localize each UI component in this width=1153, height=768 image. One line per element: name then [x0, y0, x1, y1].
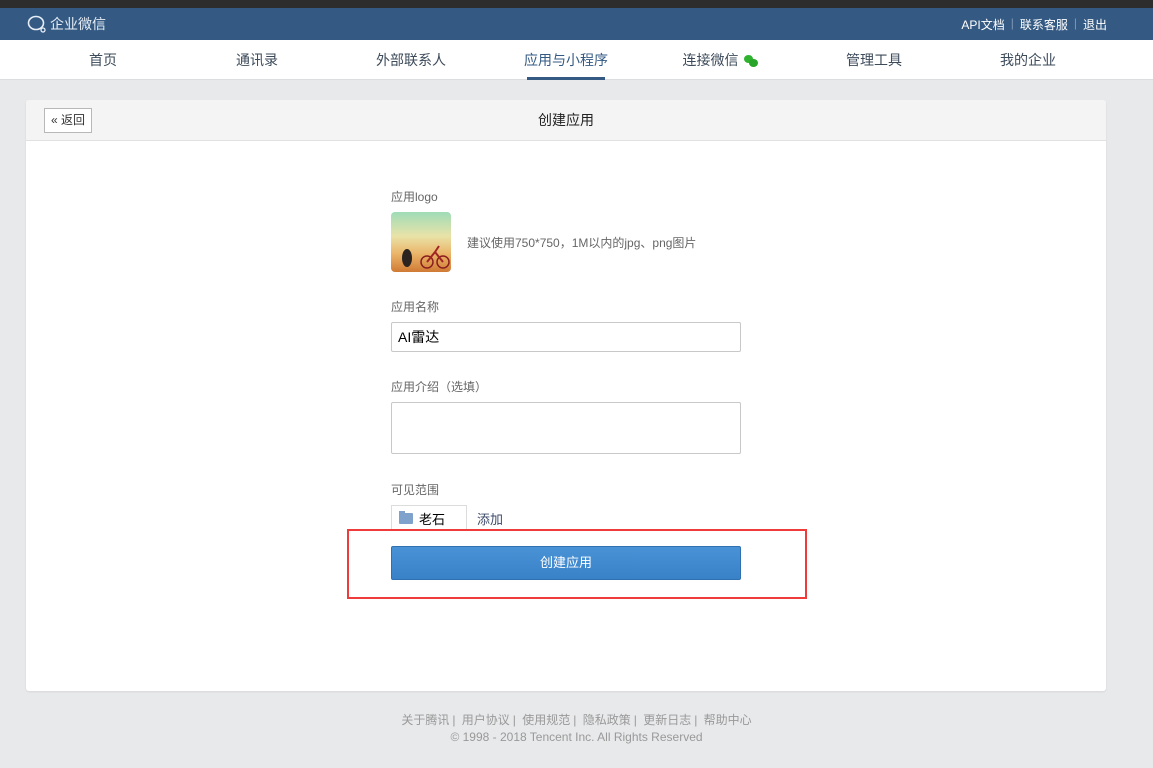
divider: | — [1073, 16, 1077, 30]
logo-label: 应用logo — [391, 190, 438, 204]
name-label: 应用名称 — [391, 300, 440, 314]
create-app-card: « 返回 创建应用 应用logo 建议使用750*750，1M以内的jpg、pn… — [26, 100, 1106, 691]
scope-tag-label: 老石 — [419, 511, 446, 527]
description-label: 应用介绍（选填） — [391, 380, 488, 394]
back-label: 返回 — [61, 113, 86, 127]
scope-tag[interactable]: 老石 — [391, 505, 467, 531]
nav-external-contacts[interactable]: 外部联系人 — [334, 40, 488, 80]
logout-link[interactable]: 退出 — [1083, 16, 1107, 33]
copyright: © 1998 - 2018 Tencent Inc. All Rights Re… — [450, 730, 703, 744]
double-chevron-left-icon: « — [51, 113, 58, 127]
page-title: 创建应用 — [538, 112, 594, 128]
main-nav: 首页 通讯录 外部联系人 应用与小程序 连接微信 管理工具 我的企业 — [0, 40, 1153, 80]
app-logo-upload[interactable] — [391, 212, 451, 272]
add-scope-link[interactable]: 添加 — [477, 509, 503, 528]
nav-connect-wechat-label: 连接微信 — [682, 52, 739, 68]
nav-connect-wechat[interactable]: 连接微信 — [643, 40, 797, 80]
contact-support-link[interactable]: 联系客服 — [1020, 16, 1068, 33]
browser-top-strip — [0, 0, 1153, 8]
footer-link-privacy[interactable]: 隐私政策 — [583, 713, 631, 727]
logo-hint: 建议使用750*750，1M以内的jpg、png图片 — [467, 235, 697, 250]
brand-name: 企业微信 — [50, 16, 106, 32]
footer-link-changelog[interactable]: 更新日志 — [643, 713, 691, 727]
nav-apps[interactable]: 应用与小程序 — [489, 40, 643, 80]
nav-management-tools[interactable]: 管理工具 — [797, 40, 951, 80]
create-app-form: 应用logo 建议使用750*750，1M以内的jpg、png图片 应用名称 应… — [391, 188, 741, 531]
wework-logo-icon — [27, 15, 46, 33]
nav-contacts[interactable]: 通讯录 — [180, 40, 334, 80]
highlight-box — [347, 529, 807, 599]
footer: 关于腾讯 | 用户协议 | 使用规范 | 隐私政策 | 更新日志 | 帮助中心 © 199… — [0, 712, 1153, 746]
divider: | — [1010, 16, 1014, 30]
back-button[interactable]: « 返回 — [44, 108, 93, 133]
app-description-textarea[interactable] — [391, 402, 741, 454]
folder-icon — [399, 510, 413, 524]
nav-my-company[interactable]: 我的企业 — [951, 40, 1105, 80]
wechat-icon — [743, 55, 758, 68]
brand-logo[interactable]: 企业微信 — [27, 14, 106, 34]
nav-home[interactable]: 首页 — [26, 40, 180, 80]
api-docs-link[interactable]: API文档 — [961, 16, 1004, 33]
logo-image — [402, 245, 450, 269]
top-header: 企业微信 API文档 | 联系客服 | 退出 — [0, 8, 1153, 40]
footer-link-help[interactable]: 帮助中心 — [704, 713, 752, 727]
footer-link-agreement[interactable]: 用户协议 — [462, 713, 510, 727]
scope-label: 可见范围 — [391, 483, 440, 497]
footer-link-about[interactable]: 关于腾讯 — [401, 713, 449, 727]
app-name-input[interactable] — [391, 322, 741, 352]
footer-link-rules[interactable]: 使用规范 — [522, 713, 570, 727]
